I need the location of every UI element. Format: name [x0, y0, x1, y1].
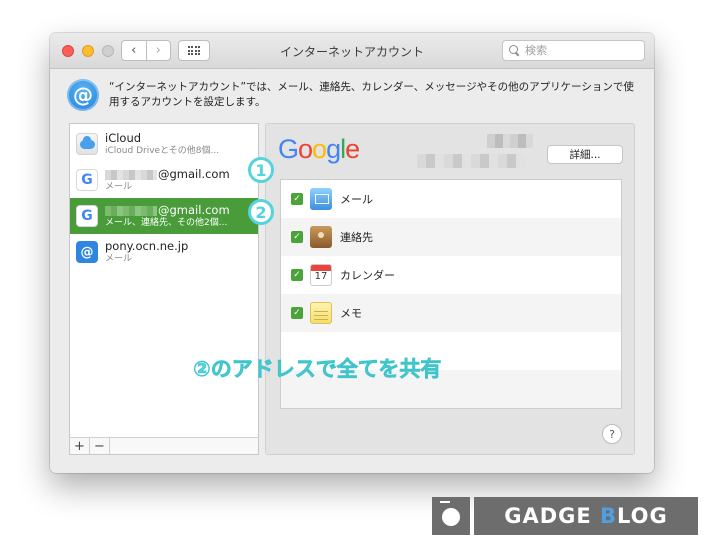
- window-title: インターネットアカウント: [279, 45, 424, 59]
- service-row-mail: ✓ メール: [281, 180, 621, 218]
- calendar-checkbox[interactable]: ✓: [291, 269, 303, 281]
- notes-icon: [310, 302, 332, 324]
- contacts-checkbox[interactable]: ✓: [291, 231, 303, 243]
- search-field[interactable]: [502, 40, 645, 61]
- annotation-marker-2: 2: [248, 199, 274, 225]
- service-label: メール: [340, 193, 373, 206]
- service-label: メモ: [340, 307, 362, 320]
- redacted-email: [417, 154, 525, 168]
- minimize-window-button[interactable]: [82, 45, 94, 57]
- account-item-ocn[interactable]: @ pony.ocn.ne.jp メール: [70, 234, 258, 270]
- account-item-gmail-2[interactable]: G @gmail.com メール、連絡先、その他2個...: [70, 198, 258, 234]
- add-account-button[interactable]: +: [70, 438, 90, 454]
- annotation-marker-1: 1: [248, 157, 274, 183]
- redacted-name: [487, 134, 533, 148]
- redacted-text: [105, 205, 157, 216]
- account-services: iCloud Driveとその他8個...: [105, 146, 220, 156]
- account-name: @gmail.com: [158, 203, 230, 217]
- show-all-button[interactable]: [178, 40, 210, 61]
- at-icon: @: [76, 241, 98, 263]
- google-icon: G: [76, 205, 98, 227]
- brand-watermark: GADGE B LOG: [432, 497, 698, 535]
- notes-checkbox[interactable]: ✓: [291, 307, 303, 319]
- service-row-notes: ✓ メモ: [281, 294, 621, 332]
- header-description: “インターネットアカウント”では、メール、連絡先、カレンダー、メッセージやその他…: [109, 81, 634, 108]
- back-button[interactable]: ‹: [122, 41, 146, 60]
- account-services: メール、連絡先、その他2個...: [105, 218, 228, 228]
- account-detail-panel: Google 詳細... ✓ メール ✓ 連絡先 ✓ 17 カレンダー ✓ メモ…: [265, 123, 635, 455]
- close-window-button[interactable]: [62, 45, 74, 57]
- grid-icon: [187, 46, 201, 55]
- account-services: メール: [105, 182, 133, 192]
- mail-icon: [310, 188, 332, 210]
- forward-button[interactable]: ›: [145, 41, 171, 60]
- account-list-footer: + −: [70, 437, 258, 454]
- redacted-text: [105, 169, 157, 180]
- account-item-icloud[interactable]: iCloud iCloud Driveとその他8個...: [70, 126, 258, 162]
- google-icon: G: [76, 169, 98, 191]
- account-list: iCloud iCloud Driveとその他8個... G @gmail.co…: [69, 123, 259, 455]
- icloud-icon: [76, 133, 98, 155]
- account-name: pony.ocn.ne.jp: [105, 239, 189, 253]
- account-name: iCloud: [105, 131, 142, 145]
- annotation-text: ②のアドレスで全てを共有: [193, 357, 442, 382]
- title-bar: ‹ › インターネットアカウント: [50, 33, 654, 69]
- help-button[interactable]: ?: [602, 424, 622, 444]
- remove-account-button[interactable]: −: [90, 438, 110, 454]
- nav-buttons: ‹ ›: [121, 40, 171, 61]
- service-label: 連絡先: [340, 231, 373, 244]
- search-input[interactable]: [525, 44, 635, 57]
- brand-name: GADGE B LOG: [474, 497, 698, 535]
- internet-accounts-icon: @: [67, 79, 99, 111]
- account-item-gmail-1[interactable]: G @gmail.com メール: [70, 162, 258, 198]
- account-services: メール: [105, 254, 133, 264]
- calendar-icon: 17: [310, 264, 332, 286]
- service-row-contacts: ✓ 連絡先: [281, 218, 621, 256]
- contacts-icon: [310, 226, 332, 248]
- zoom-window-button[interactable]: [102, 45, 114, 57]
- account-name: @gmail.com: [158, 167, 230, 181]
- camera-icon: [432, 497, 470, 535]
- service-row-calendar: ✓ 17 カレンダー: [281, 256, 621, 294]
- mail-checkbox[interactable]: ✓: [291, 193, 303, 205]
- google-logo: Google: [278, 134, 360, 164]
- search-icon: [509, 45, 520, 56]
- service-label: カレンダー: [340, 269, 395, 282]
- details-button[interactable]: 詳細...: [547, 145, 623, 164]
- preferences-window: ‹ › インターネットアカウント @ “インターネットアカウント”では、メール、…: [50, 33, 654, 473]
